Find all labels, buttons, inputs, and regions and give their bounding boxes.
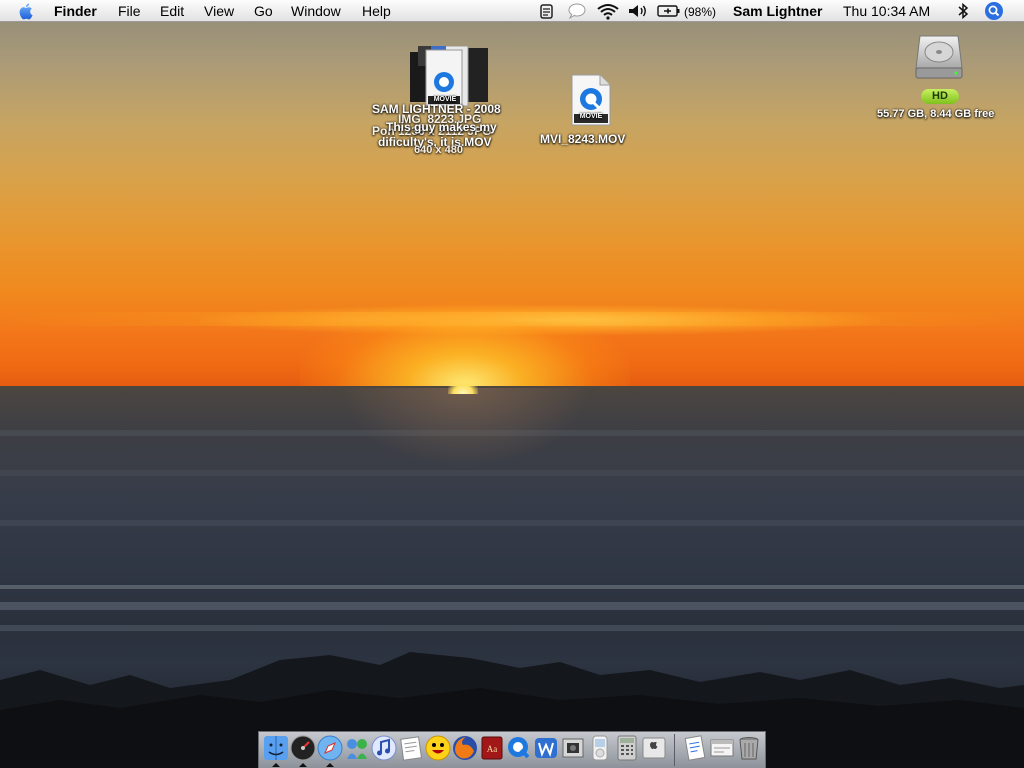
safari-icon[interactable] — [317, 735, 343, 761]
menu-go[interactable]: Go — [254, 2, 273, 20]
svg-text:Aa: Aa — [487, 744, 498, 754]
firefox-icon[interactable] — [452, 735, 478, 761]
volume-icon[interactable] — [627, 2, 649, 20]
bluetooth-icon[interactable] — [956, 2, 970, 20]
spotlight-search-icon[interactable] — [984, 1, 1004, 21]
running-indicator — [272, 763, 280, 767]
document-icon[interactable] — [682, 735, 708, 761]
ichat-status-icon[interactable] — [567, 2, 587, 20]
calculator-icon[interactable] — [614, 735, 640, 761]
dock-separator — [674, 734, 675, 766]
setting-sun — [448, 380, 478, 394]
apple-menu-icon[interactable] — [18, 2, 36, 20]
desktop-wallpaper — [0, 0, 1024, 768]
menu-edit[interactable]: Edit — [160, 2, 184, 20]
stack-label-line: This guy makes my — [386, 120, 497, 134]
hard-drive-badge: HD — [921, 89, 959, 104]
window-icon[interactable] — [709, 735, 735, 761]
system-preferences-icon[interactable] — [641, 735, 667, 761]
hard-drive-info: 55.77 GB, 8.44 GB free — [877, 108, 995, 120]
menu-help[interactable]: Help — [362, 2, 391, 20]
running-indicator — [326, 763, 334, 767]
dictionary-icon[interactable]: Aa — [479, 735, 505, 761]
trash-icon[interactable] — [736, 735, 762, 761]
menu-clock[interactable]: Thu 10:34 AM — [843, 2, 930, 20]
ipod-icon[interactable] — [587, 735, 613, 761]
running-indicator — [299, 763, 307, 767]
itunes-icon[interactable] — [371, 735, 397, 761]
user-name[interactable]: Sam Lightner — [733, 2, 822, 20]
menu-window[interactable]: Window — [291, 2, 341, 20]
wave — [0, 520, 1024, 526]
stack-label-line: 640 x 480 — [414, 144, 463, 156]
sea-reflection — [340, 388, 590, 468]
wave — [0, 602, 1024, 610]
menu-app-finder[interactable]: Finder — [54, 2, 97, 20]
hard-drive-icon[interactable] — [914, 32, 964, 82]
wave — [0, 430, 1024, 436]
wave — [0, 585, 1024, 589]
wave — [0, 470, 1024, 476]
finder-icon[interactable] — [263, 735, 289, 761]
script-menu-icon[interactable] — [537, 2, 557, 20]
menu-file[interactable]: File — [118, 2, 141, 20]
textedit-icon[interactable] — [398, 735, 424, 761]
word-icon[interactable] — [533, 735, 559, 761]
wifi-icon[interactable] — [596, 2, 620, 20]
menu-bar: Finder File Edit View Go Window Help (98… — [0, 0, 1024, 22]
battery-icon[interactable] — [657, 2, 681, 20]
ichat-icon[interactable] — [344, 735, 370, 761]
adium-icon[interactable] — [425, 735, 451, 761]
dashboard-icon[interactable] — [290, 735, 316, 761]
photo-booth-icon[interactable] — [560, 735, 586, 761]
wave — [0, 625, 1024, 631]
quicktime-icon[interactable] — [506, 735, 532, 761]
movie-badge: MOVIE — [579, 113, 603, 120]
battery-percent: (98%) — [684, 5, 717, 19]
menu-view[interactable]: View — [204, 2, 234, 20]
movie-file-name: MVI_8243.MOV — [540, 132, 626, 146]
